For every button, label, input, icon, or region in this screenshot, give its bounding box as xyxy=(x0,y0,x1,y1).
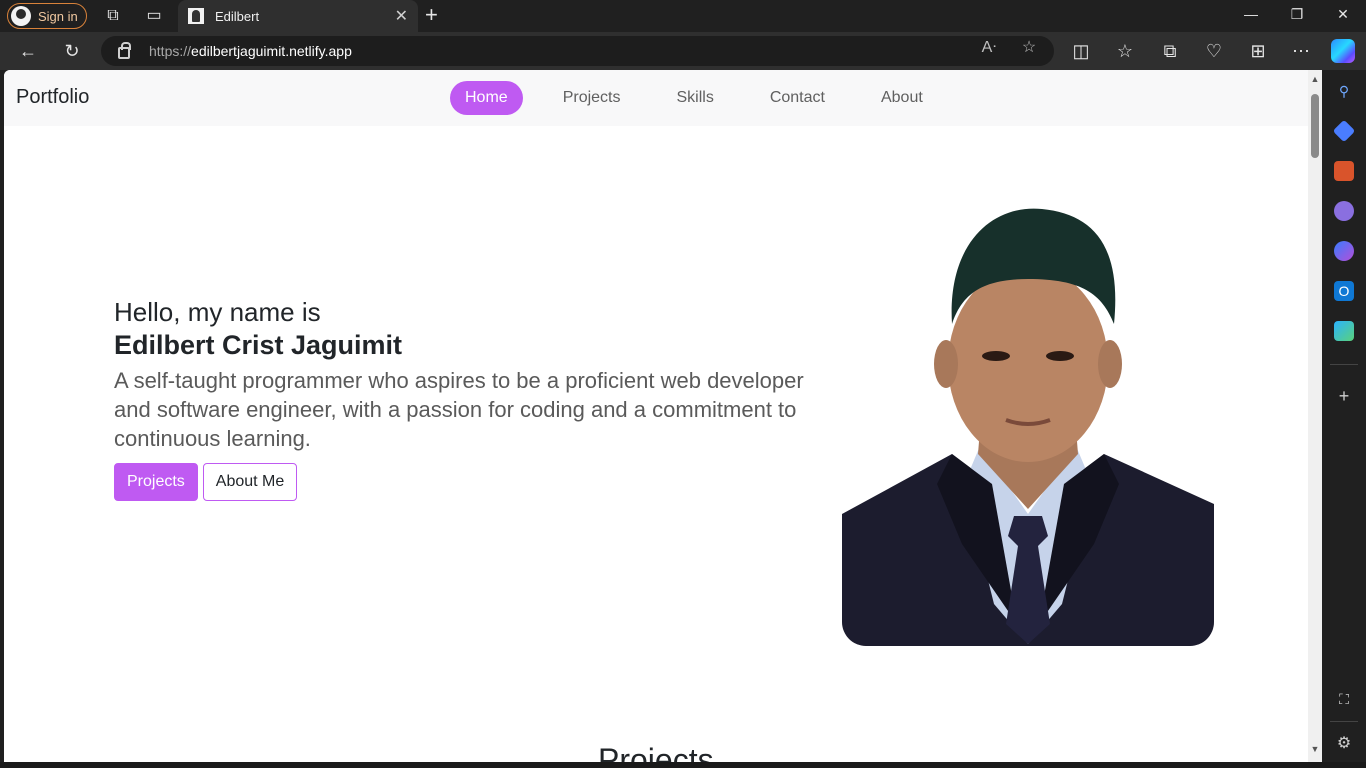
projects-button[interactable]: Projects xyxy=(114,463,198,501)
browser-toolbar: ← ↻ https://edilbertjaguimit.netlify.app… xyxy=(0,32,1366,70)
restore-button[interactable]: ❐ xyxy=(1287,6,1307,23)
drop-icon[interactable] xyxy=(1334,321,1354,341)
nav-skills[interactable]: Skills xyxy=(661,81,728,115)
hero-section: Hello, my name is Edilbert Crist Jaguimi… xyxy=(114,296,834,501)
taskbar-edge xyxy=(0,762,1366,768)
scrollbar-thumb[interactable] xyxy=(1311,94,1319,158)
nav-about[interactable]: About xyxy=(866,81,938,115)
read-aloud-icon[interactable]: Aᐧ xyxy=(978,37,1000,57)
page-viewport: Portfolio Home Projects Skills Contact A… xyxy=(4,70,1308,762)
favorites-icon[interactable]: ☆ xyxy=(1114,41,1136,61)
page-scrollbar[interactable]: ▲ ▼ xyxy=(1308,70,1322,762)
copilot-icon[interactable] xyxy=(1331,39,1355,63)
browser-title-bar: Sign in ⧉ ▭ Edilbert ✕ + — ❐ ✕ xyxy=(0,0,1366,32)
collections-icon[interactable]: ⧉ xyxy=(1159,41,1181,61)
site-menu: Home Projects Skills Contact About xyxy=(450,81,964,115)
sign-in-button[interactable]: Sign in xyxy=(7,3,87,29)
nav-projects[interactable]: Projects xyxy=(548,81,636,115)
back-icon[interactable]: ← xyxy=(17,41,39,61)
hero-name: Edilbert Crist Jaguimit xyxy=(114,330,403,360)
address-url[interactable]: https://edilbertjaguimit.netlify.app xyxy=(149,43,352,59)
games-icon[interactable] xyxy=(1334,201,1354,221)
more-icon[interactable]: ⋯ xyxy=(1290,41,1312,61)
close-tab-icon[interactable]: ✕ xyxy=(395,6,408,26)
sidebar-divider-bottom xyxy=(1330,721,1358,722)
workspaces-icon[interactable]: ⧉ xyxy=(103,6,123,26)
tools-icon[interactable] xyxy=(1334,161,1354,181)
add-icon[interactable]: + xyxy=(1334,386,1354,406)
extensions-icon[interactable]: ⊞ xyxy=(1247,41,1269,61)
site-brand[interactable]: Portfolio xyxy=(16,86,89,109)
projects-section-title: Projects xyxy=(598,742,714,762)
browser-tab-active[interactable]: Edilbert ✕ xyxy=(178,0,418,32)
profile-avatar-icon xyxy=(11,6,31,26)
search-icon[interactable]: ⚲ xyxy=(1334,81,1354,101)
tab-actions-icon[interactable]: ▭ xyxy=(144,6,164,26)
performance-icon[interactable]: ♡ xyxy=(1203,41,1225,61)
tab-favicon-icon xyxy=(188,8,204,24)
site-navbar: Portfolio Home Projects Skills Contact A… xyxy=(4,70,1308,126)
microsoft365-icon[interactable] xyxy=(1334,241,1354,261)
minimize-button[interactable]: — xyxy=(1241,6,1261,22)
close-window-button[interactable]: ✕ xyxy=(1333,6,1353,23)
outlook-icon[interactable]: O xyxy=(1334,281,1354,301)
shopping-icon[interactable] xyxy=(1332,119,1356,143)
browser-sidebar: ⚲ O + ⛶ ⚙ xyxy=(1322,70,1366,768)
hero-buttons: Projects About Me xyxy=(114,463,834,501)
scroll-down-icon[interactable]: ▼ xyxy=(1310,744,1320,754)
favorite-icon[interactable]: ☆ xyxy=(1018,37,1040,57)
lock-icon[interactable] xyxy=(118,41,131,59)
scroll-up-icon[interactable]: ▲ xyxy=(1310,74,1320,84)
sign-in-label: Sign in xyxy=(38,8,78,24)
screenshot-icon[interactable]: ⛶ xyxy=(1334,689,1354,709)
refresh-icon[interactable]: ↻ xyxy=(61,41,83,61)
nav-home[interactable]: Home xyxy=(450,81,523,115)
new-tab-button[interactable]: + xyxy=(425,4,438,26)
hero-description: A self-taught programmer who aspires to … xyxy=(114,368,804,451)
tab-title: Edilbert xyxy=(215,8,260,24)
hero-greeting: Hello, my name is xyxy=(114,297,321,327)
about-me-button[interactable]: About Me xyxy=(202,463,298,501)
settings-icon[interactable]: ⚙ xyxy=(1334,734,1354,754)
split-screen-icon[interactable]: ◫ xyxy=(1070,41,1092,61)
profile-photo xyxy=(842,184,1214,646)
address-bar[interactable]: https://edilbertjaguimit.netlify.app xyxy=(101,36,1054,66)
nav-contact[interactable]: Contact xyxy=(755,81,840,115)
sidebar-divider xyxy=(1330,364,1358,365)
